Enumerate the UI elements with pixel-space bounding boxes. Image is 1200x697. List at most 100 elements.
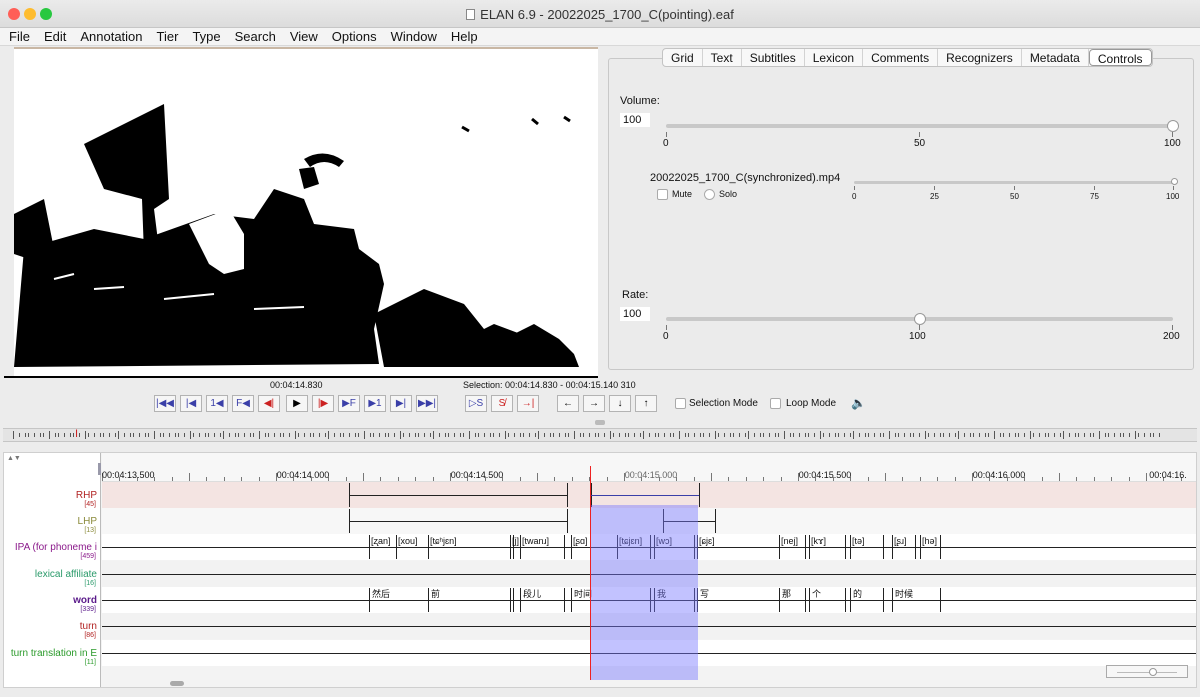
tab-controls[interactable]: Controls [1088,49,1152,66]
ipa-annotation[interactable]: [kɤ] [811,536,826,546]
ipa-annotation[interactable]: [hə] [922,536,937,546]
tab-subtitles[interactable]: Subtitles [742,49,805,66]
ipa-boundary [883,535,884,559]
media-progress-bar[interactable] [4,376,598,378]
ipa-annotation[interactable]: [tɕʰjɛn] [430,536,457,546]
word-annotation[interactable]: 前 [431,589,440,599]
rhp-annotation-2[interactable] [591,495,699,496]
volume-value[interactable]: 100 [620,113,650,127]
mute-checkbox[interactable] [657,189,668,200]
word-annotation[interactable]: 那 [782,589,791,599]
go-to-begin-button[interactable]: |◀◀ [154,395,176,412]
next-second-button[interactable]: ▶1 [364,395,386,412]
ipa-annotation[interactable]: [tə] [852,536,865,546]
volume-slider-thumb[interactable] [1167,120,1179,132]
ipa-annotation[interactable]: [twanɹ] [522,536,549,546]
speaker-icon[interactable]: 🔈 [851,396,866,410]
rhp-annotation-1[interactable] [349,495,567,496]
menu-help[interactable]: Help [444,28,485,46]
menu-search[interactable]: Search [228,28,283,46]
tab-text[interactable]: Text [703,49,742,66]
tier-label-ipa[interactable]: IPA (for phoneme i [15,542,97,553]
tier-label-turn-translation[interactable]: turn translation in E [11,648,97,659]
word-boundary [850,588,851,612]
ipa-annotation[interactable]: [j] [512,536,519,546]
tab-grid[interactable]: Grid [663,49,703,66]
toggle-selection-boundary-button[interactable]: →| [517,395,539,412]
play-selection-button[interactable]: ▷S [465,395,487,412]
word-annotation[interactable]: 时候 [895,589,913,599]
menu-edit[interactable]: Edit [37,28,73,46]
previous-scrollview-button[interactable]: |◀ [180,395,202,412]
tier-label-rhp[interactable]: RHP [76,490,97,501]
tab-comments[interactable]: Comments [863,49,939,66]
menu-annotation[interactable]: Annotation [73,28,149,46]
ipa-annotation[interactable]: [nej] [781,536,798,546]
next-scrollview-button[interactable]: ▶| [390,395,412,412]
collapse-arrows-icon[interactable]: ▲▼ [7,455,21,462]
next-pixel-button[interactable]: |▶ [312,395,334,412]
menu-tier[interactable]: Tier [150,28,186,46]
time-ruler[interactable]: 00:04:13.500 00:04:14.000 00:04:14.500 0… [98,453,1196,482]
zoom-slider[interactable] [1106,665,1188,678]
menu-window[interactable]: Window [384,28,444,46]
menu-view[interactable]: View [283,28,325,46]
ipa-annotation[interactable]: [ʂɹ] [894,536,907,546]
ipa-annotation[interactable]: [xou] [398,536,418,546]
tab-recognizers[interactable]: Recognizers [938,49,1022,66]
previous-annotation-button[interactable]: ← [557,395,579,412]
loop-mode-checkbox[interactable] [770,398,781,409]
ipa-boundary [564,535,565,559]
media-volume-slider[interactable] [854,181,1174,184]
menu-type[interactable]: Type [185,28,227,46]
annotation-below-button[interactable]: ↓ [609,395,631,412]
menu-options[interactable]: Options [325,28,384,46]
overview-cursor-icon[interactable]: I [75,427,84,443]
word-boundary [513,588,514,612]
previous-pixel-button[interactable]: ◀| [258,395,280,412]
rate-slider-thumb[interactable] [913,313,926,325]
menu-file[interactable]: File [0,28,37,46]
word-annotation[interactable]: 的 [853,589,862,599]
play-button[interactable]: ▶ [286,395,308,412]
ipa-boundary [779,535,780,559]
annotation-above-button[interactable]: ↑ [635,395,657,412]
ipa-annotation[interactable]: [ɕjɛ] [699,536,715,546]
lhp-annotation-1[interactable] [349,521,567,522]
tier-label-turn[interactable]: turn [80,621,97,632]
next-frame-button[interactable]: ▶F [338,395,360,412]
mute-label: Mute [672,189,693,199]
word-boundary [883,588,884,612]
tab-lexicon[interactable]: Lexicon [805,49,864,66]
rate-value[interactable]: 100 [620,307,650,321]
previous-second-button[interactable]: 1◀ [206,395,228,412]
selection-mode-checkbox[interactable] [675,398,686,409]
word-annotation[interactable]: 段儿 [523,589,541,599]
tier-label-lexical-affiliate[interactable]: lexical affiliate [35,569,97,580]
next-annotation-button[interactable]: → [583,395,605,412]
volume-tick-100: 100 [1164,138,1181,149]
ruler-left-handle[interactable] [98,463,101,475]
splitter-handle[interactable] [595,420,605,425]
previous-frame-button[interactable]: F◀ [232,395,254,412]
ruler-tick [1041,477,1043,481]
ipa-annotation[interactable]: [ʐan] [371,536,391,546]
overview-annotation-marks [13,431,1160,439]
word-annotation[interactable]: 写 [700,589,709,599]
media-volume-slider-thumb[interactable] [1170,178,1178,185]
zoom-slider-thumb[interactable] [1149,668,1157,676]
word-annotation[interactable]: 然后 [372,589,390,599]
go-to-end-button[interactable]: ▶▶| [416,395,438,412]
tab-metadata[interactable]: Metadata [1022,49,1089,66]
ruler-tick [1111,477,1113,481]
clear-selection-button[interactable]: S̸ [491,395,513,412]
word-annotation[interactable]: 个 [812,589,821,599]
ipa-annotation[interactable]: [ʂɑ] [573,536,588,546]
horizontal-scrollbar-thumb[interactable] [170,681,184,686]
overview-timeline[interactable]: I [3,428,1197,442]
solo-radio[interactable] [704,189,715,200]
tier-label-word[interactable]: word [73,595,97,606]
video-viewer[interactable] [14,47,598,377]
volume-slider[interactable] [666,124,1173,128]
tier-label-lhp[interactable]: LHP [78,516,97,527]
